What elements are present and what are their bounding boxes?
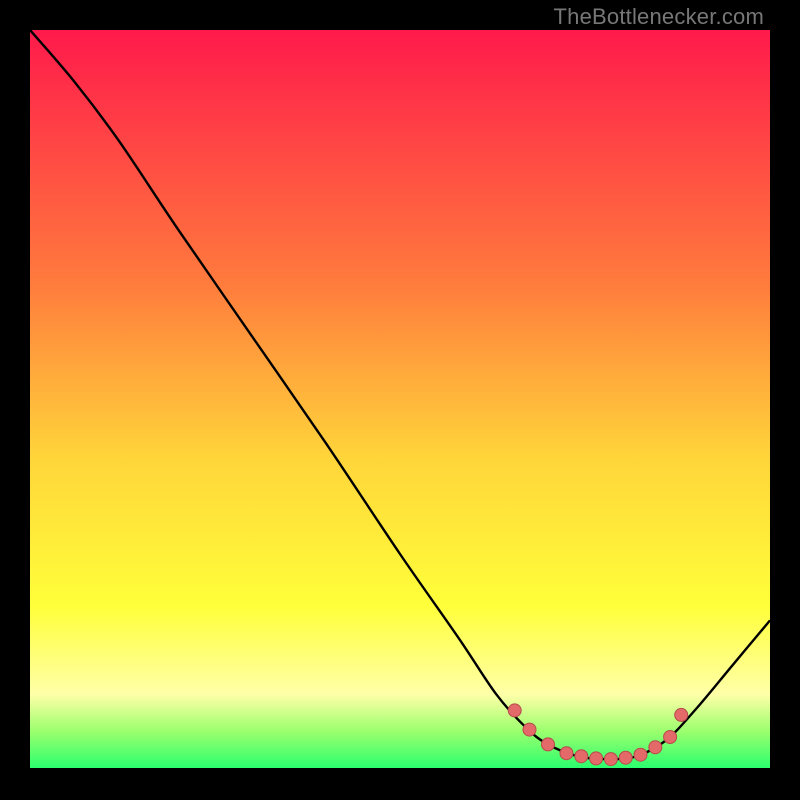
curve-marker [560,747,573,760]
curve-marker [604,753,617,766]
curve-marker [619,751,632,764]
curve-marker [649,741,662,754]
watermark-text: TheBottlenecker.com [554,4,764,30]
curve-marker [542,738,555,751]
curve-marker [508,704,521,717]
curve-marker [664,731,677,744]
curve-marker [575,750,588,763]
curve-marker [523,723,536,736]
curve-marker [590,752,603,765]
chart-frame [30,30,770,768]
gradient-background [30,30,770,768]
curve-marker [675,708,688,721]
bottleneck-chart [30,30,770,768]
curve-marker [634,748,647,761]
